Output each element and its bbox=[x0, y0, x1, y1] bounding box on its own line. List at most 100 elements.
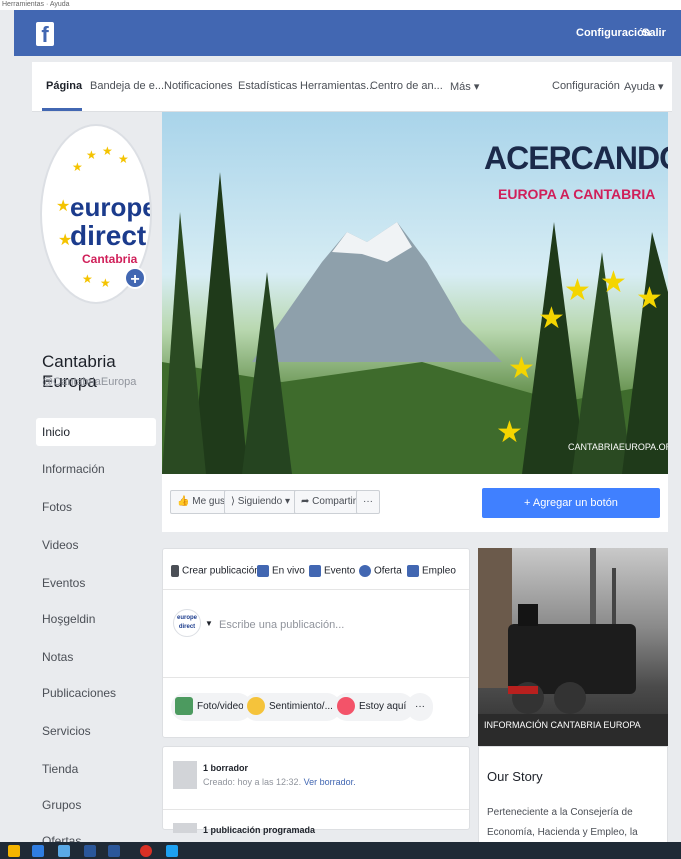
settings-link[interactable]: Configuración bbox=[576, 27, 651, 39]
feeling-label: Sentimiento/... bbox=[269, 701, 333, 712]
tree bbox=[622, 232, 668, 474]
more-options-button[interactable]: ··· bbox=[407, 693, 433, 721]
tab-settings[interactable]: Configuración bbox=[552, 80, 620, 92]
tab-more[interactable]: Más ▾ bbox=[450, 80, 479, 93]
pencil-icon bbox=[171, 565, 179, 577]
share-label: Compartir bbox=[312, 496, 357, 507]
browser-icon[interactable] bbox=[140, 845, 152, 857]
featured-photo[interactable]: INFORMACIÓN CANTABRIA EUROPA bbox=[478, 548, 668, 746]
scheduled-icon bbox=[173, 823, 197, 833]
page-handle[interactable]: @CantabriaEuropa bbox=[42, 376, 136, 388]
logo-word-cantabria: Cantabria bbox=[82, 252, 138, 266]
smiley-icon bbox=[247, 697, 265, 716]
tab-job[interactable]: Empleo bbox=[407, 565, 456, 577]
calendar-icon bbox=[309, 565, 321, 577]
sidebar-item-hosgeldin[interactable]: Hoşgeldin bbox=[42, 612, 95, 626]
tab-help[interactable]: Ayuda ▾ bbox=[624, 80, 664, 93]
app-icon[interactable] bbox=[166, 845, 178, 857]
update-photo-plus-icon[interactable]: + bbox=[124, 267, 146, 289]
active-tab-indicator bbox=[42, 108, 82, 111]
divider bbox=[163, 589, 469, 590]
star-icon: ★ bbox=[100, 276, 111, 290]
page-action-bar: 👍 Me gusta ⟩ Siguiendo ▾ ➦ Compartir ···… bbox=[162, 474, 668, 532]
app-icon[interactable] bbox=[108, 845, 120, 857]
post-composer: Crear publicación En vivo Evento Oferta … bbox=[162, 548, 470, 738]
screen: Herramientas · Ayuda f Configuración Sal… bbox=[0, 0, 681, 859]
draft-icon bbox=[173, 761, 197, 789]
star-icon: ★ bbox=[56, 198, 71, 215]
tab-offer-label: Oferta bbox=[374, 565, 402, 577]
tab-event[interactable]: Evento bbox=[309, 565, 355, 577]
tab-live[interactable]: En vivo bbox=[257, 565, 305, 577]
tab-offer[interactable]: Oferta bbox=[359, 565, 402, 577]
sidebar-item-informacion[interactable]: Información bbox=[42, 462, 105, 476]
sidebar-item-inicio[interactable]: Inicio bbox=[36, 418, 156, 446]
photo-video-button[interactable]: Foto/video bbox=[171, 693, 252, 721]
bookmarks-text[interactable]: Herramientas · Ayuda bbox=[2, 1, 70, 8]
photo-video-label: Foto/video bbox=[197, 701, 244, 712]
tab-page[interactable]: Página bbox=[46, 80, 82, 92]
location-pin-icon bbox=[337, 697, 355, 716]
add-button-button[interactable]: + Agregar un botón bbox=[482, 488, 660, 518]
divider bbox=[163, 677, 469, 678]
sidebar-item-tienda[interactable]: Tienda bbox=[42, 762, 78, 776]
logout-link[interactable]: Salir bbox=[642, 27, 666, 39]
star-icon: ★ bbox=[564, 274, 591, 307]
post-input[interactable]: Escribe una publicación... bbox=[219, 619, 344, 631]
tree bbox=[162, 212, 206, 474]
live-video-icon bbox=[257, 565, 269, 577]
tab-create-post[interactable]: Crear publicación bbox=[171, 565, 260, 577]
file-explorer-icon[interactable] bbox=[8, 845, 20, 857]
sidebar-item-videos[interactable]: Videos bbox=[42, 538, 78, 552]
browser-icon[interactable] bbox=[32, 845, 44, 857]
tree bbox=[522, 222, 586, 474]
composer-avatar[interactable]: europe direct bbox=[173, 609, 201, 637]
buffer-beam bbox=[508, 686, 538, 694]
sidebar-item-eventos[interactable]: Eventos bbox=[42, 576, 85, 590]
drafts-card: 1 borrador Creado: hoy a las 12:32. Ver … bbox=[162, 746, 470, 835]
scheduled-posts-title[interactable]: 1 publicación programada bbox=[203, 825, 315, 835]
following-button[interactable]: ⟩ Siguiendo ▾ bbox=[224, 490, 297, 514]
tab-inbox[interactable]: Bandeja de e... bbox=[90, 80, 164, 92]
sidebar-item-publicaciones[interactable]: Publicaciones bbox=[42, 686, 116, 700]
share-button[interactable]: ➦ Compartir bbox=[294, 490, 364, 514]
photo-icon bbox=[175, 697, 193, 716]
our-story-card[interactable]: Our Story Perteneciente a la Consejería … bbox=[478, 746, 668, 858]
wheel bbox=[554, 682, 586, 714]
tab-insights[interactable]: Estadísticas bbox=[238, 80, 297, 92]
star-icon: ★ bbox=[86, 148, 97, 162]
sidebar-item-servicios[interactable]: Servicios bbox=[42, 724, 91, 738]
sidebar-item-notas[interactable]: Notas bbox=[42, 650, 73, 664]
offer-icon bbox=[359, 565, 371, 577]
star-icon: ★ bbox=[496, 416, 523, 449]
facebook-logo-icon[interactable]: f bbox=[36, 22, 54, 47]
train-image bbox=[478, 548, 668, 746]
chevron-down-icon[interactable]: ▼ bbox=[205, 619, 213, 628]
drafts-created-text: Creado: hoy a las 12:32. bbox=[203, 777, 302, 787]
track bbox=[478, 714, 668, 746]
story-title: Our Story bbox=[487, 769, 543, 784]
photo-caption: INFORMACIÓN CANTABRIA EUROPA bbox=[484, 720, 641, 730]
cover-photo[interactable]: ACERCANDO EUROPA A CANTABRIA ★ ★ ★ ★ ★ ★… bbox=[162, 112, 668, 474]
drafts-subtitle: Creado: hoy a las 12:32. Ver borrador. bbox=[203, 777, 356, 787]
star-icon: ★ bbox=[118, 152, 129, 166]
view-draft-link[interactable]: Ver borrador. bbox=[304, 777, 356, 787]
divider bbox=[163, 809, 469, 810]
sidebar-item-grupos[interactable]: Grupos bbox=[42, 798, 81, 812]
tab-publishing-tools[interactable]: Herramientas... bbox=[300, 80, 375, 92]
top-bar: f Configuración Salir bbox=[14, 10, 681, 56]
check-in-button[interactable]: Estoy aquí bbox=[333, 693, 415, 721]
sidebar-item-fotos[interactable]: Fotos bbox=[42, 500, 72, 514]
tab-ads-center[interactable]: Centro de an... bbox=[370, 80, 443, 92]
station-building bbox=[478, 548, 512, 688]
star-icon: ★ bbox=[636, 282, 663, 315]
check-in-label: Estoy aquí bbox=[359, 701, 407, 712]
star-icon: ★ bbox=[82, 272, 93, 286]
app-icon[interactable] bbox=[58, 845, 70, 857]
more-actions-button[interactable]: ··· bbox=[356, 490, 380, 514]
tab-notifications[interactable]: Notificaciones bbox=[164, 80, 232, 92]
app-icon[interactable] bbox=[84, 845, 96, 857]
star-icon: ★ bbox=[538, 302, 565, 335]
feeling-button[interactable]: Sentimiento/... bbox=[243, 693, 341, 721]
cover-website: CANTABRIAEUROPA.ORG bbox=[568, 442, 668, 452]
